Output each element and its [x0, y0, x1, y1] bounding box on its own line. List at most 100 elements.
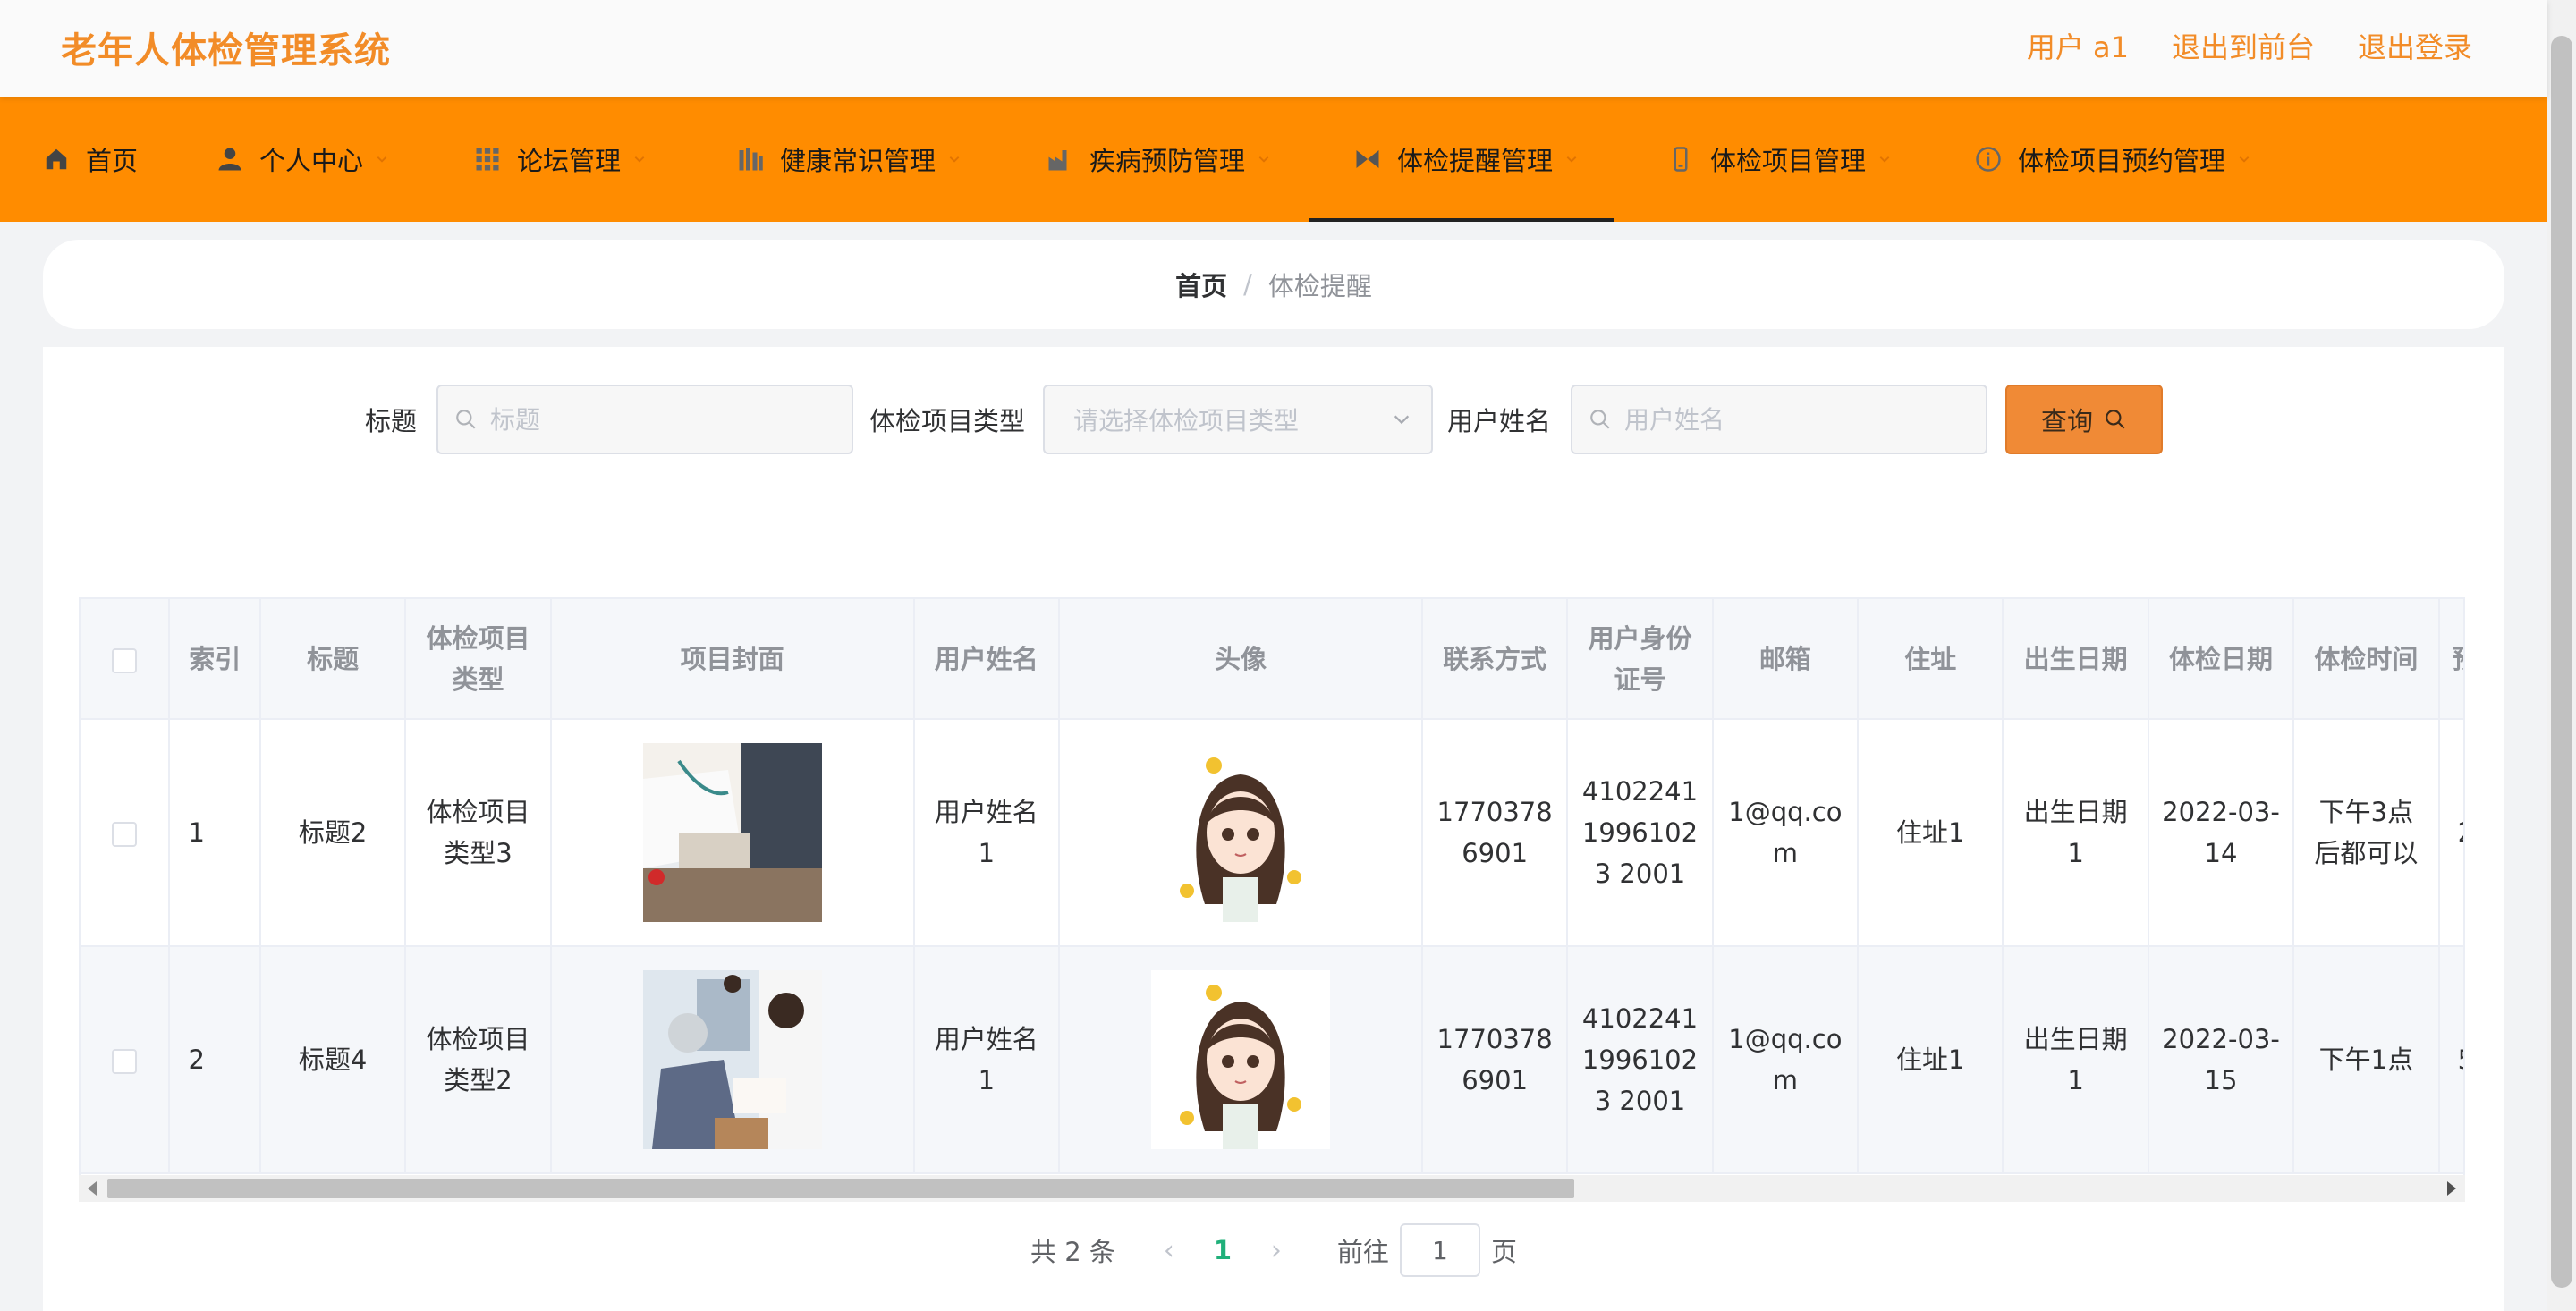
check-time-cell: 下午1点 [2293, 946, 2440, 1174]
nav-label: 个人中心 [259, 146, 364, 176]
column-header: 标题 [259, 599, 407, 720]
query-button[interactable]: 查询 [2005, 385, 2163, 454]
top-header: 老年人体检管理系统 用户 a1 退出到前台 退出登录 [0, 0, 2547, 97]
grid-icon [476, 148, 499, 171]
nav-item-home[interactable]: 首页 [43, 97, 138, 222]
row-checkbox[interactable] [112, 1049, 138, 1074]
search-icon [1590, 410, 1610, 429]
title-search-input[interactable] [490, 404, 809, 435]
cover-cell [550, 946, 915, 1174]
column-header: 体检项目类型 [405, 599, 552, 720]
type-select-placeholder: 请选择体检项目类型 [1073, 406, 1300, 436]
nav-item-project[interactable]: 体检项目管理 [1667, 97, 1891, 222]
type-label: 体检项目类型 [869, 406, 1026, 436]
pagination: 共 2 条 ‹ 1 › 前往 页 [43, 1222, 2504, 1279]
title-cell: 标题2 [259, 719, 407, 947]
chevron-down-icon [1258, 156, 1269, 163]
nav-item-disease[interactable]: 疾病预防管理 [1046, 97, 1270, 222]
user-name-search-input[interactable] [1624, 404, 1943, 435]
nav-item-reminder[interactable]: 体检提醒管理 [1309, 97, 1614, 222]
title-search-field[interactable] [436, 385, 853, 454]
type-select[interactable]: 请选择体检项目类型 [1043, 385, 1433, 454]
chevron-down-icon [1566, 156, 1577, 163]
user-name-search-field[interactable] [1571, 385, 1987, 454]
row-checkbox[interactable] [112, 822, 138, 847]
expect-cell: 2 [2438, 719, 2463, 947]
breadcrumb-home[interactable]: 首页 [1175, 266, 1227, 303]
page-number[interactable]: 1 [1187, 1235, 1258, 1265]
avatar[interactable] [1150, 743, 1330, 922]
index-cell: 1 [169, 719, 261, 947]
user-name-cell: 用户姓名1 [913, 719, 1061, 947]
check-time-cell: 下午3点后都可以 [2293, 719, 2440, 947]
select-all-checkbox[interactable] [112, 647, 138, 673]
phone-cell: 17703786901 [1421, 719, 1569, 947]
nav-item-personal[interactable]: 个人中心 [216, 97, 388, 222]
info-icon [1976, 147, 2001, 172]
phone-cell: 17703786901 [1421, 946, 1569, 1174]
cover-image[interactable] [642, 970, 822, 1149]
nav-label: 首页 [86, 146, 139, 176]
type-cell: 体检项目类型2 [405, 946, 552, 1174]
row-select-cell[interactable] [80, 946, 171, 1174]
expect-cell: 5 [2438, 946, 2463, 1174]
id-card-cell: 410224119961023 2001 [1567, 719, 1714, 947]
title-label: 标题 [365, 406, 418, 436]
nav-item-health[interactable]: 健康常识管理 [737, 97, 961, 222]
birth-date-cell: 出生日期1 [2003, 719, 2149, 947]
search-form: 标题 体检项目类型 请选择体检项目类型 用户姓名 查询 [43, 383, 2504, 454]
select-all-cell[interactable] [80, 599, 171, 720]
nav-label: 疾病预防管理 [1089, 146, 1246, 176]
pagination-total: 共 2 条 [1030, 1237, 1115, 1267]
column-header: 用户身份证号 [1567, 599, 1714, 720]
column-header: 出生日期 [2003, 599, 2149, 720]
column-header: 住址 [1858, 599, 2004, 720]
butterfly-icon [1356, 150, 1379, 168]
title-cell: 标题4 [259, 946, 407, 1174]
page-scrollbar[interactable] [2547, 0, 2576, 1311]
table-horizontal-scrollbar[interactable] [79, 1175, 2465, 1202]
row-select-cell[interactable] [80, 719, 171, 947]
home-icon [46, 148, 67, 170]
main-nav: 首页 个人中心 论坛管理 健康常识管理 疾病预防管理 体检提醒管理 体检项目管理… [0, 97, 2547, 222]
next-page-icon[interactable]: › [1258, 1235, 1294, 1266]
nav-label: 体检提醒管理 [1397, 146, 1554, 176]
phone-icon [1674, 147, 1688, 172]
back-to-front-link[interactable]: 退出到前台 [2172, 25, 2315, 66]
nav-label: 健康常识管理 [780, 146, 936, 176]
id-card-cell: 410224119961023 2001 [1567, 946, 1714, 1174]
address-cell: 住址1 [1858, 719, 2004, 947]
user-name-cell: 用户姓名1 [913, 946, 1061, 1174]
scroll-left-arrow-icon[interactable] [88, 1181, 97, 1196]
prev-page-icon[interactable]: ‹ [1151, 1235, 1187, 1266]
goto-page-input[interactable] [1399, 1223, 1480, 1277]
column-header: 联系方式 [1421, 599, 1569, 720]
column-header: 预计 [2438, 599, 2463, 720]
avatar-cell [1059, 719, 1423, 947]
breadcrumb: 首页 / 体检提醒 [43, 240, 2504, 329]
cover-image[interactable] [642, 743, 822, 922]
scroll-right-arrow-icon[interactable] [2447, 1181, 2456, 1196]
chevron-down-icon [2239, 156, 2250, 163]
column-header: 用户姓名 [913, 599, 1061, 720]
nav-label: 体检项目预约管理 [2018, 146, 2226, 176]
email-cell: 1@qq.com [1712, 946, 1860, 1174]
user-label[interactable]: 用户 a1 [2027, 25, 2129, 66]
table-scrollbar-thumb[interactable] [107, 1179, 1574, 1198]
data-table: 索引 标题 体检项目类型 项目封面 用户姓名 头像 联系方式 用户身份证号 邮箱… [79, 597, 2465, 1202]
header-links: 用户 a1 退出到前台 退出登录 [2027, 25, 2472, 66]
chevron-down-icon [1879, 156, 1890, 163]
index-cell: 2 [169, 946, 261, 1174]
avatar[interactable] [1150, 970, 1330, 1149]
table-row[interactable]: 2 标题4 体检项目类型2 用户姓名1 17703786901 41022411… [80, 946, 2463, 1174]
email-cell: 1@qq.com [1712, 719, 1860, 947]
chevron-down-icon [377, 156, 387, 163]
column-header: 邮箱 [1712, 599, 1860, 720]
column-header: 索引 [169, 599, 261, 720]
nav-item-appointment[interactable]: 体检项目预约管理 [1975, 97, 2250, 222]
nav-item-forum[interactable]: 论坛管理 [474, 97, 646, 222]
logout-link[interactable]: 退出登录 [2358, 25, 2472, 66]
page-scrollbar-thumb[interactable] [2551, 36, 2572, 1288]
table-row[interactable]: 1 标题2 体检项目类型3 用户姓名1 17703786901 41022411… [80, 719, 2463, 947]
table-header-row: 索引 标题 体检项目类型 项目封面 用户姓名 头像 联系方式 用户身份证号 邮箱… [80, 599, 2463, 720]
